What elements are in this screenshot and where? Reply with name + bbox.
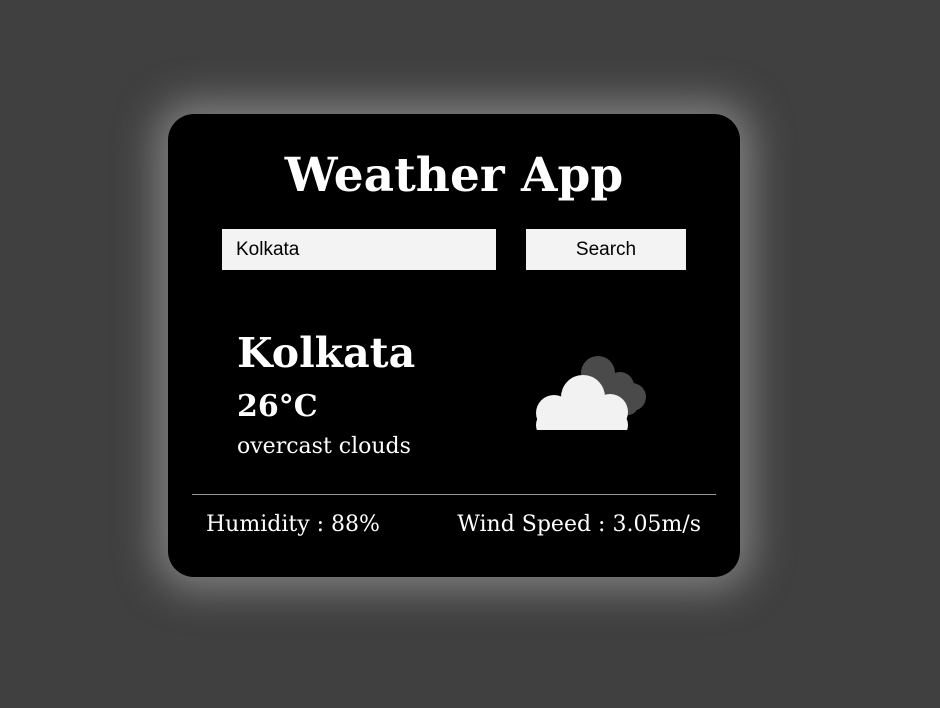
wind-speed-value: Wind Speed : 3.05m/s [457,512,701,537]
app-title: Weather App [284,148,624,203]
weather-description: overcast clouds [237,434,411,459]
city-name: Kolkata [237,329,416,377]
overcast-clouds-icon [536,356,646,430]
search-button[interactable]: Search [526,229,686,270]
humidity-value: Humidity : 88% [206,512,380,537]
weather-card: Weather App Search Kolkata 26°C overcast… [168,114,740,577]
search-input[interactable] [222,229,496,270]
temperature: 26°C [237,389,318,424]
divider [192,494,716,495]
